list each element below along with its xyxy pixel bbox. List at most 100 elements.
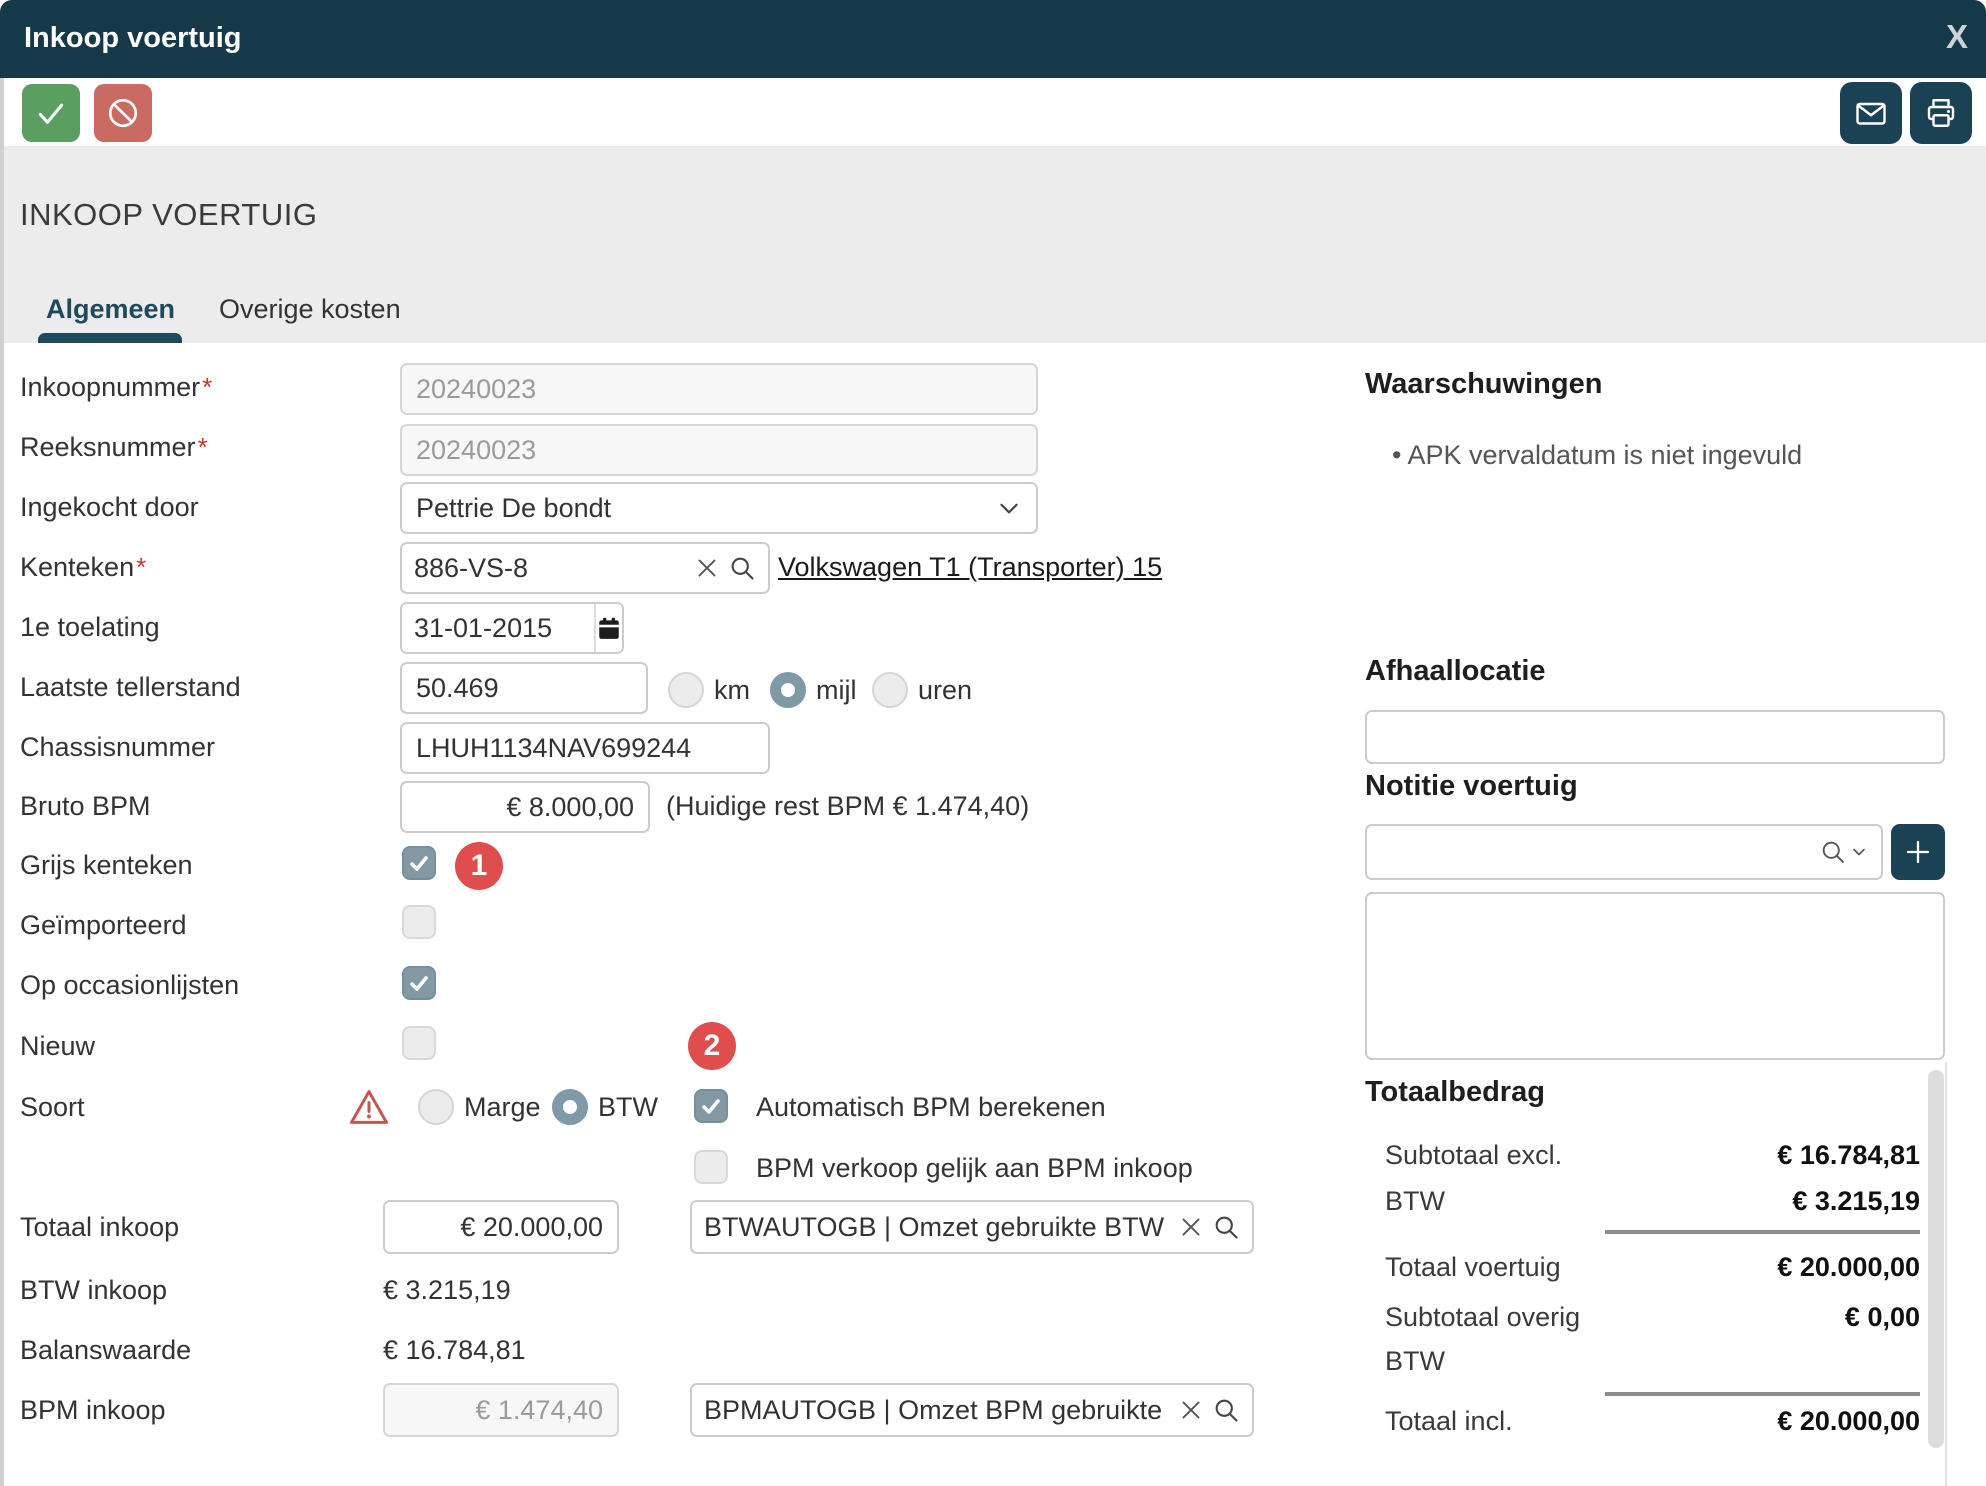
- tab-algemeen[interactable]: Algemeen: [46, 294, 175, 325]
- afhaallocatie-input[interactable]: [1365, 710, 1945, 764]
- totals-divider: [1605, 1230, 1920, 1234]
- chevron-down-icon[interactable]: [1849, 842, 1869, 862]
- print-button[interactable]: [1910, 82, 1972, 144]
- clear-icon[interactable]: [694, 555, 720, 581]
- geimporteerd-label: Geïmporteerd: [20, 910, 187, 941]
- scrollbar-thumb[interactable]: [1928, 1070, 1944, 1448]
- warning-item: • APK vervaldatum is niet ingevuld: [1392, 440, 1802, 471]
- unit-radio-uren[interactable]: [872, 672, 908, 708]
- unit-radio-mijl[interactable]: [770, 672, 806, 708]
- op-occasionlijsten-checkbox[interactable]: [402, 966, 436, 1000]
- unit-label-km: km: [714, 675, 750, 706]
- balanswaarde-label: Balanswaarde: [20, 1335, 191, 1366]
- grijs-kenteken-checkbox[interactable]: [402, 846, 436, 880]
- add-note-button[interactable]: [1891, 824, 1945, 880]
- active-tab-indicator: [38, 333, 182, 343]
- ingekocht-door-select[interactable]: Pettrie De bondt: [400, 482, 1038, 534]
- ban-icon: [105, 95, 141, 131]
- chassisnummer-input[interactable]: [400, 722, 770, 774]
- rest-bpm-note: (Huidige rest BPM € 1.474,40): [666, 791, 1029, 822]
- dialog-left-edge: [0, 78, 4, 1486]
- soort-radio-marge[interactable]: [418, 1089, 454, 1125]
- total-row-label: BTW: [1385, 1186, 1445, 1217]
- bpm-ledger-field[interactable]: BPMAUTOGB | Omzet BPM gebruikte: [690, 1383, 1254, 1437]
- bpm-inkoop-label: BPM inkoop: [20, 1395, 166, 1426]
- warnings-heading: Waarschuwingen: [1365, 368, 1602, 401]
- toolbar: [0, 78, 1986, 146]
- notitie-heading: Notitie voertuig: [1365, 770, 1578, 803]
- total-row-label: Totaal voertuig: [1385, 1252, 1561, 1283]
- total-row-value: € 20.000,00: [1777, 1252, 1920, 1283]
- ingekocht-door-value: Pettrie De bondt: [416, 493, 996, 524]
- search-icon[interactable]: [1819, 838, 1847, 866]
- check-icon: [407, 851, 431, 875]
- btw-ledger-field[interactable]: BTWAUTOGB | Omzet gebruikte BTW: [690, 1200, 1254, 1254]
- bruto-bpm-input[interactable]: [400, 781, 650, 833]
- bpm-verkoop-gelijk-checkbox[interactable]: [694, 1150, 728, 1184]
- btw-inkoop-value: € 3.215,19: [383, 1275, 511, 1306]
- bpm-verkoop-gelijk-label: BPM verkoop gelijk aan BPM inkoop: [756, 1153, 1193, 1184]
- nieuw-checkbox[interactable]: [402, 1026, 436, 1060]
- ingekocht-door-label: Ingekocht door: [20, 492, 199, 523]
- required-asterisk: *: [136, 552, 146, 582]
- total-row-label: Totaal incl.: [1385, 1406, 1513, 1437]
- toelating-field: [400, 602, 624, 654]
- soort-radio-btw[interactable]: [552, 1089, 588, 1125]
- op-occasionlijsten-label: Op occasionlijsten: [20, 970, 239, 1001]
- search-icon[interactable]: [728, 554, 756, 582]
- unit-radio-km[interactable]: [668, 672, 704, 708]
- search-icon[interactable]: [1212, 1396, 1240, 1424]
- email-button[interactable]: [1840, 82, 1902, 144]
- totaal-inkoop-label: Totaal inkoop: [20, 1212, 179, 1243]
- step-badge-1: 1: [455, 842, 503, 890]
- calendar-icon: [596, 615, 622, 641]
- close-button[interactable]: X: [1946, 18, 1968, 56]
- total-row-value: € 20.000,00: [1777, 1406, 1920, 1437]
- save-button[interactable]: [22, 84, 80, 142]
- tellerstand-input[interactable]: [400, 662, 648, 714]
- page-title: INKOOP VOERTUIG: [20, 197, 317, 233]
- printer-icon: [1923, 95, 1959, 131]
- check-icon: [34, 96, 68, 130]
- vehicle-link[interactable]: Volkswagen T1 (Transporter) 15: [778, 552, 1162, 583]
- unit-label-uren: uren: [918, 675, 972, 706]
- toelating-input[interactable]: [402, 604, 594, 652]
- unit-label-mijl: mijl: [816, 675, 857, 706]
- warning-icon: [348, 1086, 390, 1128]
- notitie-select-field[interactable]: [1365, 824, 1883, 880]
- total-row-label: Subtotaal excl.: [1385, 1140, 1562, 1171]
- grijs-kenteken-label: Grijs kenteken: [20, 850, 193, 881]
- soort-label: Soort: [20, 1092, 85, 1123]
- kenteken-field[interactable]: 886-VS-8: [400, 542, 770, 594]
- envelope-icon: [1853, 95, 1889, 131]
- total-row-label: BTW: [1385, 1346, 1445, 1377]
- auto-bpm-checkbox[interactable]: [694, 1089, 728, 1123]
- step-badge-2: 2: [688, 1022, 736, 1070]
- window-title: Inkoop voertuig: [24, 22, 242, 55]
- check-icon: [407, 971, 431, 995]
- totaal-inkoop-input[interactable]: [383, 1200, 619, 1254]
- notitie-textarea[interactable]: [1365, 892, 1945, 1060]
- required-asterisk: *: [202, 372, 212, 402]
- inkoopnummer-label: Inkoopnummer*: [20, 372, 212, 403]
- tellerstand-label: Laatste tellerstand: [20, 672, 241, 703]
- inkoopnummer-input[interactable]: [400, 363, 1038, 415]
- balanswaarde-value: € 16.784,81: [383, 1335, 526, 1366]
- totals-divider: [1605, 1392, 1920, 1396]
- plus-icon: [1903, 837, 1933, 867]
- cancel-button[interactable]: [94, 84, 152, 142]
- geimporteerd-checkbox[interactable]: [402, 905, 436, 939]
- calendar-button[interactable]: [594, 604, 622, 652]
- chassisnummer-label: Chassisnummer: [20, 732, 215, 763]
- search-icon[interactable]: [1212, 1213, 1240, 1241]
- tab-overige-kosten[interactable]: Overige kosten: [219, 294, 401, 325]
- reeksnummer-input[interactable]: [400, 424, 1038, 476]
- bpm-inkoop-input[interactable]: [383, 1383, 619, 1437]
- clear-icon[interactable]: [1178, 1397, 1204, 1423]
- inkoop-voertuig-dialog: Inkoop voertuig X INKOOP VOERTUIG Algeme…: [0, 0, 1986, 1486]
- clear-icon[interactable]: [1178, 1214, 1204, 1240]
- check-icon: [699, 1094, 723, 1118]
- soort-label-marge: Marge: [464, 1092, 541, 1123]
- soort-label-btw: BTW: [598, 1092, 658, 1123]
- chevron-down-icon: [996, 495, 1022, 521]
